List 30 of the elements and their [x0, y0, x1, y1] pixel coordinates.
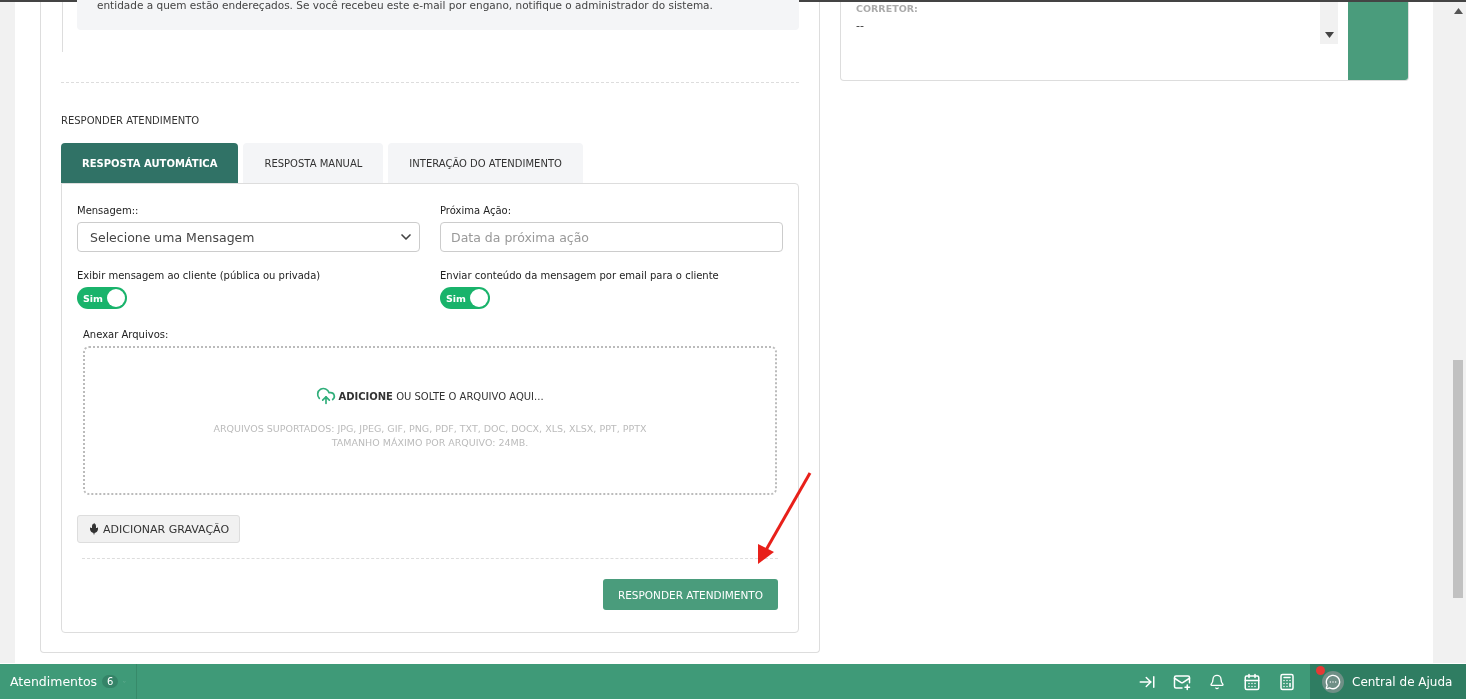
field-value: --: [856, 19, 865, 32]
scrollbar-thumb[interactable]: [1453, 360, 1463, 598]
section-title: RESPONDER ATENDIMENTO: [61, 115, 201, 126]
message-select[interactable]: Selecione uma Mensagem: [77, 222, 420, 252]
help-button[interactable]: Central de Ajuda: [1310, 664, 1466, 699]
caret-icon: [1324, 32, 1334, 38]
tab[interactable]: RESPOSTA AUTOMÁTICA: [61, 143, 239, 183]
queue-menu[interactable]: Atendimentos 6: [0, 664, 137, 699]
toggle-label: Exibir mensagem ao cliente (pública ou privada): [77, 270, 322, 281]
toggle-label: Enviar conteúdo da mensagem por email para o cliente: [440, 270, 720, 281]
supported-files-text: ARQUIVOS SUPORTADOS: JPG, JPEG, GIF, PNG, PDF, TXT, DOC, DOCX, XLS, XLSX, PPT, PPTX: [213, 422, 647, 436]
tab[interactable]: INTERAÇÃO DO ATENDIMENTO: [388, 143, 583, 183]
drop-prompt: ADICIONE OU SOLTE O ARQUIVO AQUI...: [338, 390, 544, 402]
field-label: Próxima Ação:: [440, 205, 513, 216]
drop-zone[interactable]: ADICIONE OU SOLTE O ARQUIVO AQUI... ARQUIVOS SUPORTADOS: JPG, JPEG, GIF, PNG, PDF, TXT, DOC, DOCX, XLS, XLSX, PPT, PPTX TAMANHO MÁXIMO POR ARQUIVO: 24MB.: [83, 346, 777, 495]
scroll-up-icon[interactable]: [1453, 8, 1463, 14]
chat-icon: [1322, 670, 1344, 693]
record-button[interactable]: ADICIONAR GRAVAÇÃO: [77, 515, 241, 543]
scrollbar[interactable]: [1320, 2, 1338, 44]
max-size-text: TAMANHO MÁXIMO POR ARQUIVO: 24MB.: [331, 436, 529, 450]
field-label: Mensagem::: [77, 205, 140, 216]
microphone-icon: [88, 523, 100, 535]
count-badge: 6: [102, 675, 119, 688]
upload-icon: [316, 386, 337, 406]
field-label: CORRETOR:: [856, 3, 919, 14]
notice-text: entidade a quem estão endereçados. Se você recebeu este e-mail por engano, notifique o administrador do sistema.: [97, 0, 713, 11]
submit-button[interactable]: RESPONDER ATENDIMENTO: [602, 579, 778, 610]
field-label: Anexar Arquivos:: [83, 329, 170, 340]
date-input[interactable]: Data da próxima ação: [440, 222, 783, 252]
tab[interactable]: RESPOSTA MANUAL: [243, 143, 384, 183]
